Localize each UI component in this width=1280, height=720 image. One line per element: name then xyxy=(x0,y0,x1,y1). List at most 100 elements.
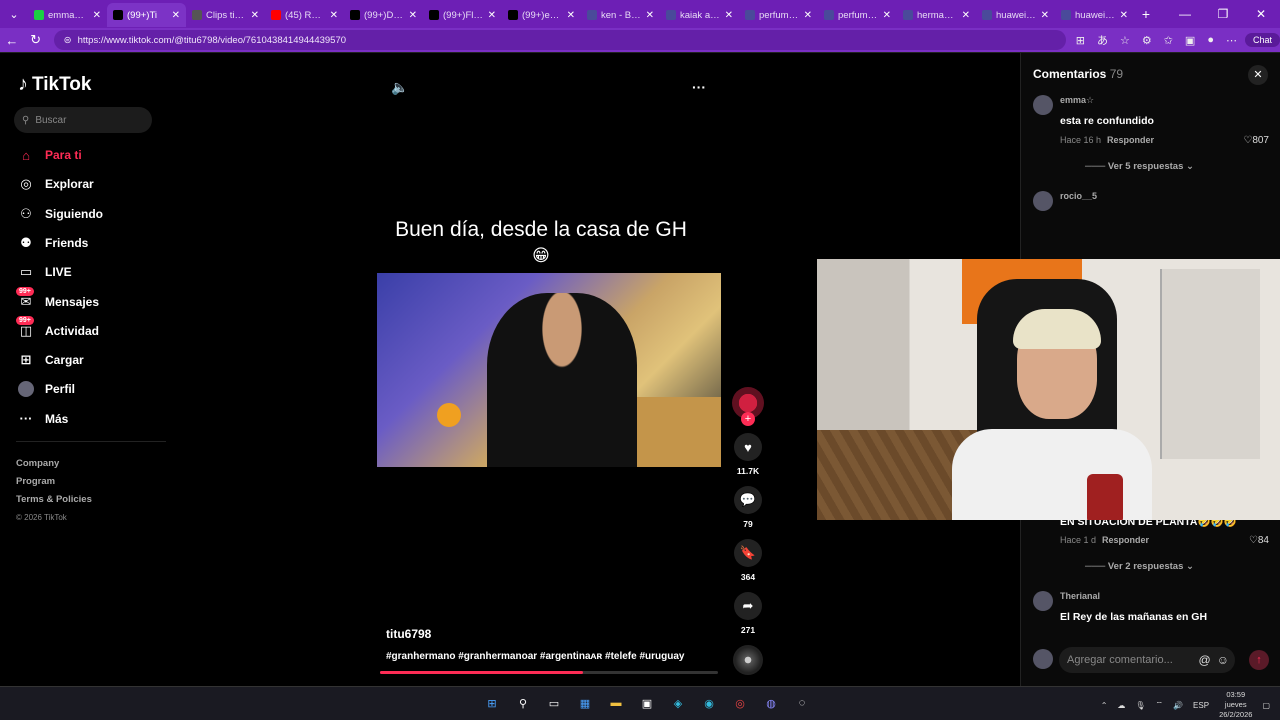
comment-username[interactable]: rocio__5 xyxy=(1060,191,1097,201)
tab-menu-icon[interactable]: ⌄ xyxy=(0,0,28,28)
url-field[interactable]: ⊜ https://www.tiktok.com/@titu6798/video… xyxy=(53,30,1066,50)
tab-close-icon[interactable]: ✕ xyxy=(962,10,970,21)
obs-icon[interactable]: ◌ xyxy=(792,693,812,713)
volume-icon[interactable]: 🔈 xyxy=(391,79,408,96)
browser-tab[interactable]: hermanas d ✕ xyxy=(897,3,976,27)
reload-icon[interactable]: ↻ xyxy=(24,32,48,48)
reply-link[interactable]: Responder xyxy=(1102,535,1149,545)
sidebar-item-cargar[interactable]: ⊞ Cargar xyxy=(18,352,84,368)
video-frame[interactable] xyxy=(377,273,721,467)
tab-close-icon[interactable]: ✕ xyxy=(725,10,733,21)
tab-close-icon[interactable]: ✕ xyxy=(409,10,417,21)
collections-icon[interactable]: ▣ xyxy=(1185,34,1195,47)
follow-plus-icon[interactable]: + xyxy=(741,412,755,426)
chat-button[interactable]: Chat xyxy=(1244,33,1280,47)
discord-icon[interactable]: ◍ xyxy=(761,693,781,713)
footer-link-company[interactable]: Company xyxy=(16,455,92,473)
profile-avatar-icon[interactable]: ● xyxy=(1207,34,1214,46)
sidebar-item-mensajes[interactable]: ✉ 99+ Mensajes xyxy=(16,286,99,310)
store-icon[interactable]: ▣ xyxy=(637,693,657,713)
cloud-icon[interactable]: ☁ xyxy=(1117,701,1125,710)
browser-tab[interactable]: (99+)Ti ✕ xyxy=(107,3,186,27)
volume-tray-icon[interactable]: 🔊 xyxy=(1173,701,1183,710)
comment-username[interactable]: emma☆ xyxy=(1060,95,1094,106)
browser-tab[interactable]: (45) Rauw A ✕ xyxy=(265,3,344,27)
comment-likes[interactable]: ♡84 xyxy=(1249,535,1269,546)
notifications-icon[interactable]: ▢ xyxy=(1262,701,1270,710)
music-disc[interactable] xyxy=(733,645,763,675)
sidebar-item-explorar[interactable]: ◎ Explorar xyxy=(18,176,93,192)
commenter-avatar[interactable] xyxy=(1033,95,1053,115)
sidebar-item-ms[interactable]: ··· Más xyxy=(18,411,69,427)
favorites-icon[interactable]: ✩ xyxy=(1164,34,1173,47)
emoji-icon[interactable]: ☺ xyxy=(1217,653,1229,667)
new-tab-button[interactable]: + xyxy=(1134,6,1158,22)
sidebar-item-parati[interactable]: ⌂ Para ti xyxy=(18,147,82,163)
wifi-icon[interactable]: ⌔ xyxy=(1156,700,1164,710)
mic-icon[interactable]: 🎙 xyxy=(1135,701,1145,710)
commenter-avatar[interactable] xyxy=(1033,591,1053,611)
commenter-avatar[interactable] xyxy=(1033,191,1053,211)
chrome-icon[interactable]: ◎ xyxy=(730,693,750,713)
footer-link-terms[interactable]: Terms & Policies xyxy=(16,491,92,509)
tab-close-icon[interactable]: ✕ xyxy=(804,10,812,21)
tab-close-icon[interactable]: ✕ xyxy=(251,10,259,21)
browser-tab[interactable]: ken - Búsq ✕ xyxy=(581,3,660,27)
sidebar-item-actividad[interactable]: ◫ 99+ Actividad xyxy=(16,315,99,339)
creator-avatar[interactable]: + xyxy=(732,387,764,426)
tab-close-icon[interactable]: ✕ xyxy=(1120,10,1128,21)
tab-close-icon[interactable]: ✕ xyxy=(883,10,891,21)
more-menu-icon[interactable]: ⋯ xyxy=(1226,34,1237,47)
tab-close-icon[interactable]: ✕ xyxy=(330,10,338,21)
video-hashtags[interactable]: #granhermano #granhermanoar #argentinaᴀʀ… xyxy=(386,651,684,662)
video-author[interactable]: titu6798 xyxy=(386,627,431,641)
task-view-icon[interactable]: ▭ xyxy=(544,693,564,713)
tab-close-icon[interactable]: ✕ xyxy=(646,10,654,21)
tab-close-icon[interactable]: ✕ xyxy=(172,10,180,21)
close-window-icon[interactable]: ✕ xyxy=(1242,0,1280,28)
sidebar-item-perfil[interactable]: Perfil xyxy=(18,381,75,398)
browser-tab[interactable]: (99+)Despe ✕ xyxy=(344,3,423,27)
translate-icon[interactable]: あ xyxy=(1097,32,1108,48)
comment-likes[interactable]: ♡807 xyxy=(1243,135,1269,146)
video-more-icon[interactable]: ··· xyxy=(692,79,706,95)
back-icon[interactable]: ← xyxy=(0,33,24,48)
browser-tab[interactable]: huawei y6 ✕ xyxy=(976,3,1055,27)
comment-input[interactable]: Agregar comentario... @ ☺ xyxy=(1059,647,1235,673)
browser-tab[interactable]: perfume de ✕ xyxy=(739,3,818,27)
video-progress-bar[interactable] xyxy=(380,671,718,674)
browser-tab[interactable]: (99+)Floren ✕ xyxy=(423,3,502,27)
maximize-icon[interactable]: ❐ xyxy=(1204,0,1242,28)
sidebar-item-siguiendo[interactable]: ⚇ Siguiendo xyxy=(18,206,103,222)
site-info-icon[interactable]: ⊜ xyxy=(64,35,72,46)
tab-close-icon[interactable]: ✕ xyxy=(567,10,575,21)
footer-link-program[interactable]: Program xyxy=(16,473,92,491)
heart-icon[interactable]: ♥ xyxy=(734,433,762,461)
send-comment-icon[interactable]: ↑ xyxy=(1249,650,1269,670)
close-comments-icon[interactable]: ✕ xyxy=(1248,65,1268,85)
browser-tab[interactable]: huawei y6 ✕ xyxy=(1055,3,1134,27)
favorite-star-icon[interactable]: ☆ xyxy=(1120,34,1130,47)
tab-close-icon[interactable]: ✕ xyxy=(488,10,496,21)
widgets-icon[interactable]: ▦ xyxy=(575,693,595,713)
sidebar-item-friends[interactable]: ⚉ Friends xyxy=(18,235,88,251)
share-icon[interactable]: ➦ xyxy=(734,592,762,620)
app-available-icon[interactable]: ⊞ xyxy=(1076,34,1085,47)
clock[interactable]: 03:59 jueves 26/2/2026 xyxy=(1219,690,1252,720)
comment-icon[interactable]: 💬 xyxy=(734,486,762,514)
view-replies-link[interactable]: ─── Ver 5 respuestas ⌄ xyxy=(1085,161,1194,172)
browser-tab[interactable]: (99+)emma ✕ xyxy=(502,3,581,27)
mention-icon[interactable]: @ xyxy=(1199,653,1211,667)
view-replies-link[interactable]: ─── Ver 2 respuestas ⌄ xyxy=(1085,561,1194,572)
browser-tab[interactable]: perfume de ✕ xyxy=(818,3,897,27)
search-input[interactable]: ⚲ Buscar xyxy=(14,107,152,133)
edge-icon[interactable]: ◉ xyxy=(699,693,719,713)
minimize-icon[interactable]: — xyxy=(1166,0,1204,28)
taskbar-search-icon[interactable]: ⚲ xyxy=(513,693,533,713)
reply-link[interactable]: Responder xyxy=(1107,135,1154,145)
extensions-icon[interactable]: ⚙ xyxy=(1142,34,1152,47)
browser-tab[interactable]: emmanuelli ✕ xyxy=(28,3,107,27)
sidebar-item-live[interactable]: ▭ LIVE xyxy=(18,264,72,280)
tab-close-icon[interactable]: ✕ xyxy=(1041,10,1049,21)
bookmark-icon[interactable]: 🔖 xyxy=(734,539,762,567)
